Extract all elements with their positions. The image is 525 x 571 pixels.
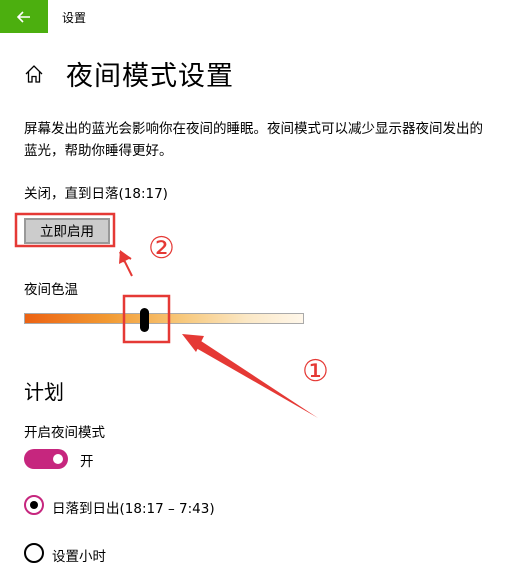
radio-label-sunset-to-sunrise: 日落到日出(18:17 – 7:43) [52,501,215,517]
description-text: 屏幕发出的蓝光会影响你在夜间的睡眠。夜间模式可以减少显示器夜间发出的蓝光，帮助你… [24,121,483,159]
arrow-left-icon [17,10,30,23]
back-button[interactable] [0,0,48,33]
slider-thumb[interactable] [140,308,149,332]
toggle-label: 开启夜间模式 [24,425,105,441]
annotation-marker-2: ② [148,231,175,266]
home-icon[interactable] [24,64,44,84]
color-temperature-label: 夜间色温 [24,282,78,298]
radio-set-hours[interactable] [24,543,44,563]
radio-label-set-hours: 设置小时 [52,549,106,565]
schedule-heading: 计划 [24,380,64,404]
annotation-marker-1: ① [302,354,329,389]
radio-selected-dot [30,501,38,509]
status-text: 关闭，直到日落(18:17) [24,186,168,202]
color-temperature-slider[interactable] [24,313,304,324]
enable-now-button[interactable]: 立即启用 [24,218,110,244]
night-mode-toggle[interactable] [24,449,68,469]
page-title: 夜间模式设置 [66,61,234,92]
app-title: 设置 [62,11,87,25]
title-bar: 设置 [0,0,525,33]
annotation-arrow-1 [182,334,318,418]
radio-sunset-to-sunrise[interactable] [24,495,44,515]
toggle-knob [53,454,63,464]
toggle-state-text: 开 [80,454,94,470]
annotation-arrow-2 [119,250,133,277]
